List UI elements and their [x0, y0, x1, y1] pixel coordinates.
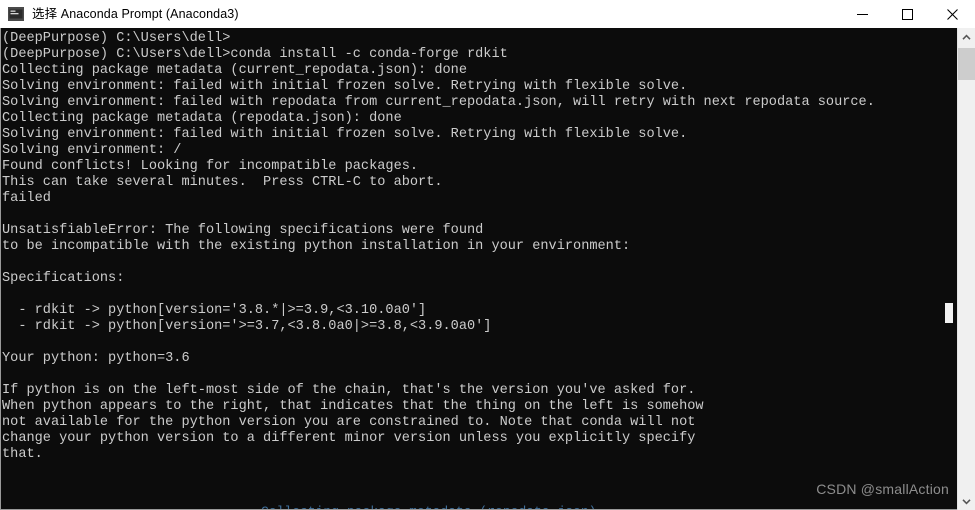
vertical-scrollbar[interactable]: [957, 28, 975, 510]
anaconda-prompt-window: 选择 Anaconda Prompt (Anaconda3) (DeepPurp…: [0, 0, 975, 510]
watermark: CSDN @smallAction: [816, 481, 949, 497]
close-icon: [947, 8, 958, 20]
window-controls: [840, 0, 975, 28]
minimize-icon: [857, 13, 868, 15]
maximize-button[interactable]: [885, 0, 930, 28]
scrollbar-down-button[interactable]: [958, 492, 975, 510]
console-text: (DeepPurpose) C:\Users\dell> (DeepPurpos…: [2, 31, 875, 462]
minimize-button[interactable]: [840, 0, 885, 28]
maximize-icon: [902, 8, 913, 20]
close-button[interactable]: [930, 0, 975, 28]
scrollbar-thumb[interactable]: [958, 48, 975, 80]
chevron-down-icon: [962, 498, 971, 505]
chevron-up-icon: [962, 33, 971, 40]
text-cursor: [945, 303, 953, 323]
scrollbar-track[interactable]: [958, 46, 975, 492]
scrollbar-up-button[interactable]: [958, 28, 975, 46]
titlebar[interactable]: 选择 Anaconda Prompt (Anaconda3): [0, 0, 975, 28]
console-output-area[interactable]: (DeepPurpose) C:\Users\dell> (DeepPurpos…: [0, 28, 975, 510]
console-icon: [8, 7, 24, 21]
clipped-bottom-line: Collecting package metadata (repodata.js…: [261, 505, 691, 509]
window-title: 选择 Anaconda Prompt (Anaconda3): [32, 7, 239, 21]
